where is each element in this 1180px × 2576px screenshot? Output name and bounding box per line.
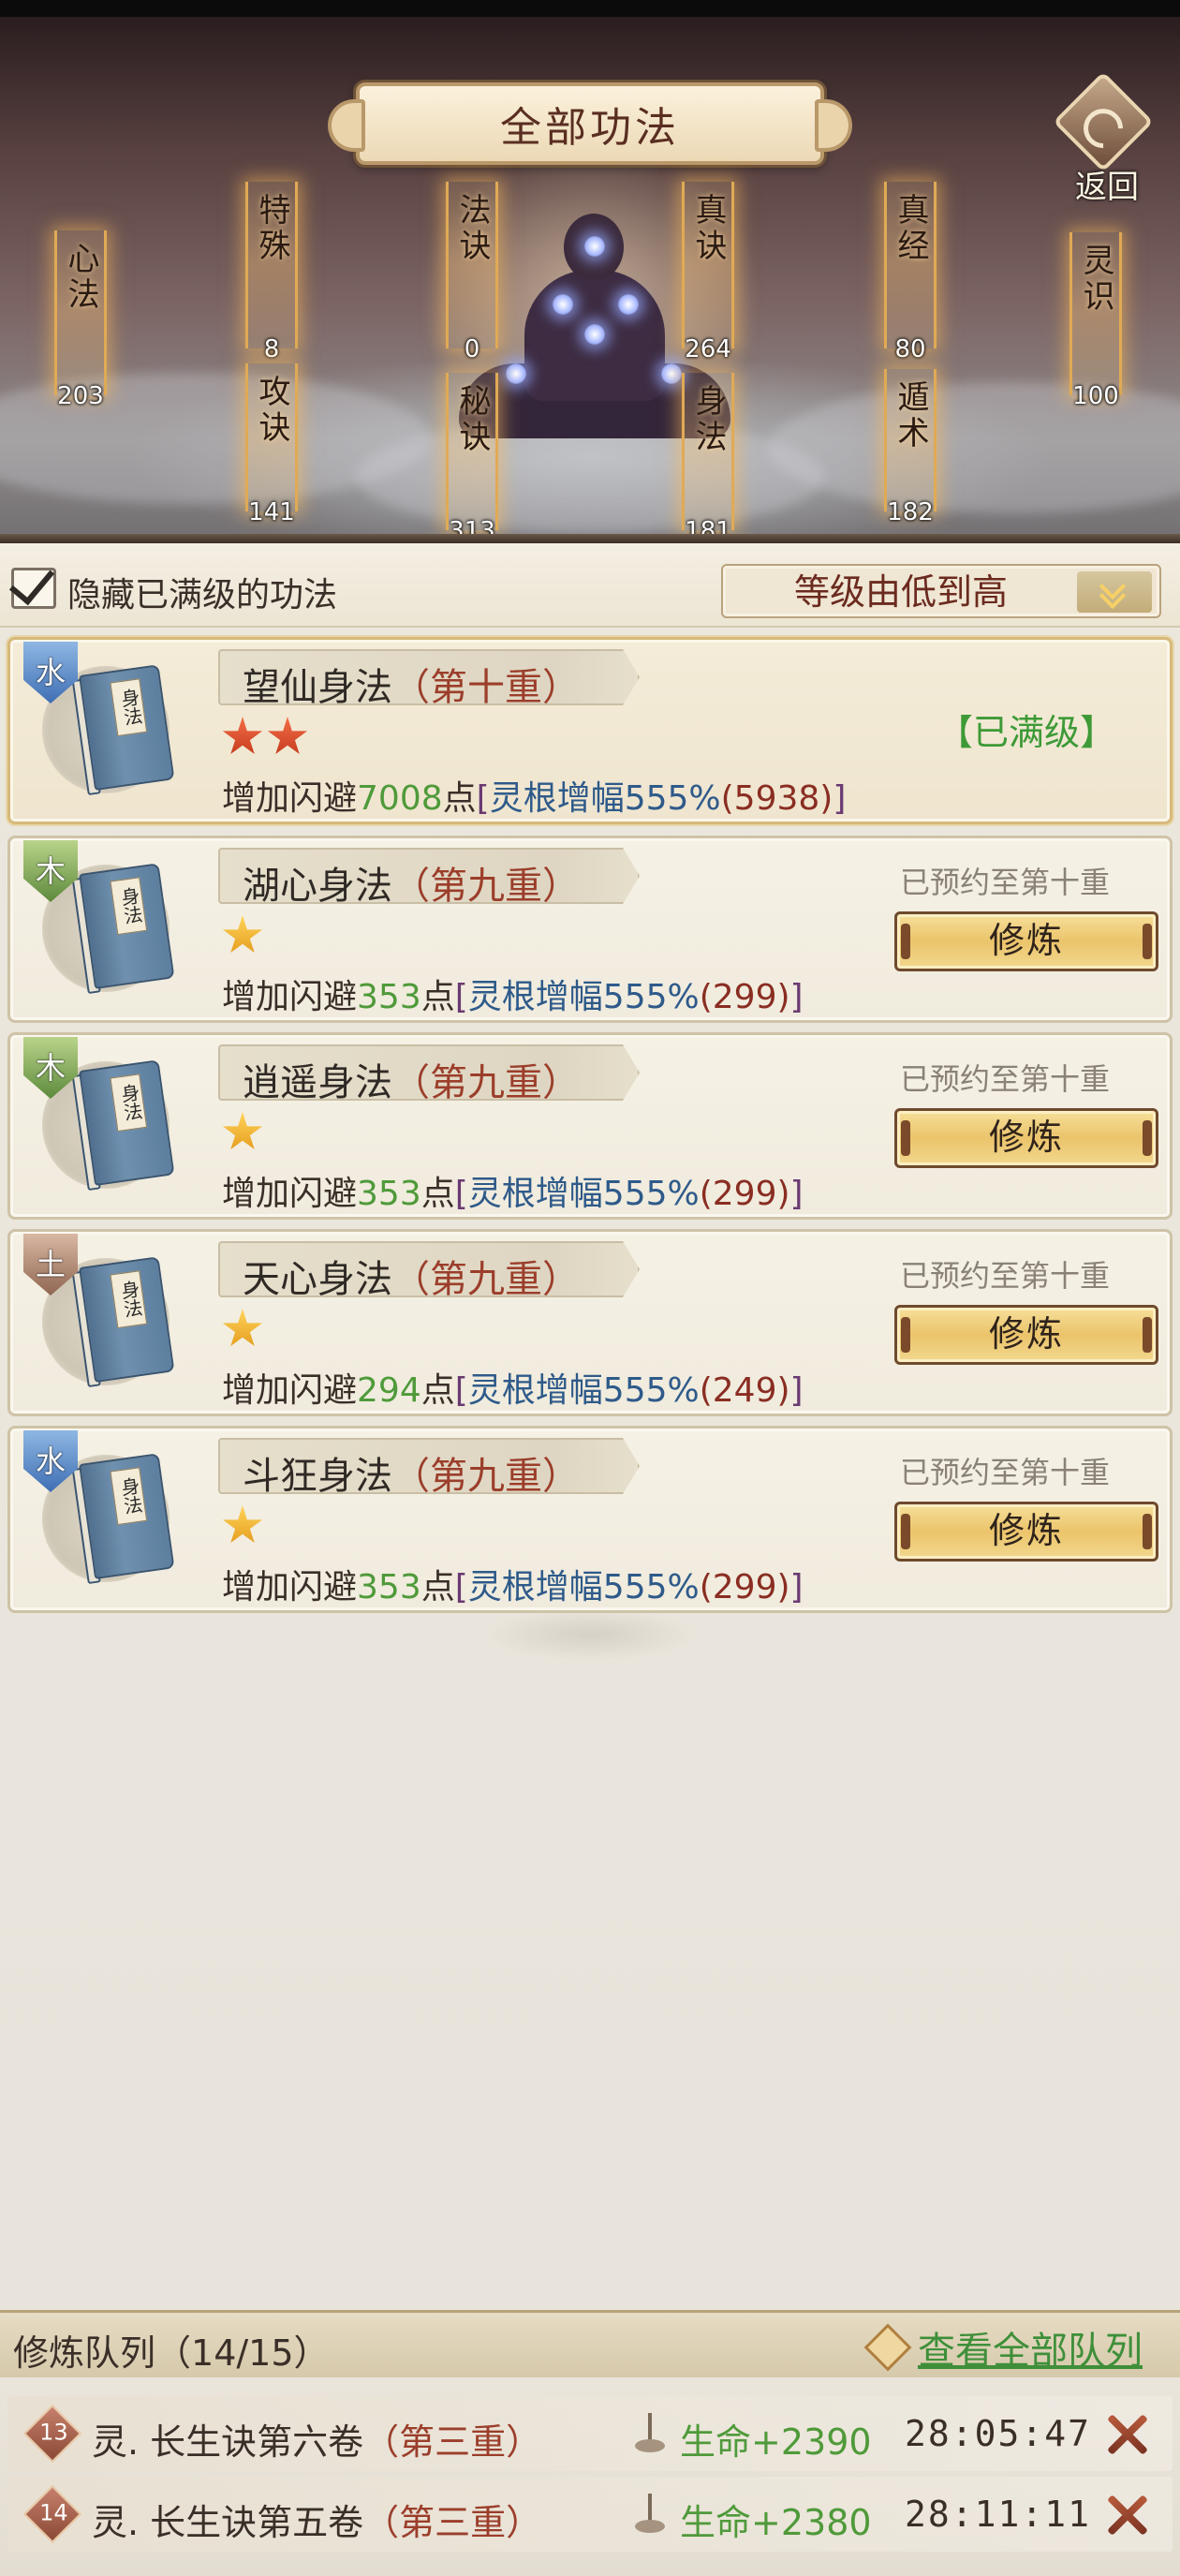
star-icon: [222, 915, 263, 954]
queue-item[interactable]: 14 灵. 长生诀第五卷（第三重） 生命+2380 28:11:11: [7, 2477, 1173, 2552]
star-icon: [267, 717, 308, 755]
reserve-status: 已预约至第十重: [900, 1455, 1111, 1490]
skill-book-icon: 身法: [67, 1059, 182, 1196]
star-icon: [222, 1309, 263, 1347]
queue-title: 修炼队列（14/15）: [13, 2332, 330, 2374]
queue-index-badge: 13: [22, 2404, 82, 2464]
skill-name: 望仙身法: [243, 666, 392, 709]
queue-header: 修炼队列（14/15） 查看全部队列: [0, 2310, 1180, 2377]
queue-item-timer: 28:05:47: [905, 2413, 1092, 2454]
skill-tier: （第九重）: [392, 1258, 580, 1301]
skill-name: 斗狂身法: [243, 1455, 392, 1498]
skill-card[interactable]: 身法 水 望仙身法（第十重） 增加闪避7008点[灵根增幅555%(5938)]…: [7, 637, 1173, 824]
star-icon: [222, 717, 263, 755]
skill-name-plate: 望仙身法（第十重）: [218, 649, 640, 705]
star-rating: [222, 717, 308, 758]
skill-book-icon: 身法: [67, 1452, 182, 1590]
queue-list: 13 灵. 长生诀第六卷（第三重） 生命+2390 28:05:47 14 灵.…: [0, 2377, 1180, 2576]
category-zhenjing[interactable]: 真经 80: [884, 182, 937, 363]
queue-item-value: 生命+2390: [680, 2421, 872, 2463]
skill-book-icon: 身法: [67, 1255, 182, 1393]
status-bar: [0, 0, 1180, 17]
checkmark-icon: [8, 557, 55, 606]
queue-index-badge: 14: [22, 2484, 82, 2544]
category-mijue[interactable]: 秘诀 313: [446, 373, 498, 543]
train-button[interactable]: 修炼: [894, 911, 1158, 971]
header-scene: 全部功法 返回 心法 203 特殊 8 攻诀 141 法诀 0 秘诀 313 真…: [0, 17, 1180, 543]
category-shenfa[interactable]: 身法 181: [682, 373, 734, 543]
skill-name: 逍遥身法: [243, 1061, 392, 1104]
queue-item-timer: 28:11:11: [905, 2494, 1092, 2535]
skill-effect: 增加闪避294点[灵根增幅555%(249)]: [222, 1371, 804, 1410]
skill-name: 湖心身法: [243, 865, 392, 908]
skill-tier: （第九重）: [392, 1061, 580, 1104]
sort-value: 等级由低到高: [793, 571, 1008, 613]
skill-card[interactable]: 身法 木 逍遥身法（第九重） 增加闪避353点[灵根增幅555%(299)] 已…: [7, 1032, 1173, 1220]
cancel-icon[interactable]: [1103, 2411, 1150, 2458]
reserve-status: 已预约至第十重: [900, 865, 1111, 900]
skill-tier: （第九重）: [392, 865, 580, 908]
page-title: 全部功法: [328, 82, 852, 165]
maxed-status: 【已满级】: [937, 712, 1116, 753]
hide-maxed-label[interactable]: 隐藏已满级的功法: [67, 568, 337, 616]
skill-effect: 增加闪避353点[灵根增幅555%(299)]: [222, 1175, 804, 1213]
star-rating: [222, 915, 263, 956]
reserve-status: 已预约至第十重: [900, 1061, 1111, 1097]
queue-count: （14/15）: [155, 2332, 330, 2374]
category-xinfa[interactable]: 心法 203: [54, 230, 107, 410]
queue-item[interactable]: 13 灵. 长生诀第六卷（第三重） 生命+2390 28:05:47: [7, 2396, 1173, 2471]
page-title-text: 全部功法: [500, 104, 680, 152]
category-gongjue[interactable]: 攻诀 141: [245, 363, 298, 526]
train-button[interactable]: 修炼: [894, 1305, 1158, 1365]
incense-icon: [631, 2413, 669, 2454]
skill-effect: 增加闪避7008点[灵根增幅555%(5938)]: [222, 779, 847, 818]
skill-tier: （第九重）: [392, 1455, 580, 1498]
star-rating: [222, 1309, 263, 1350]
back-label: 返回: [1075, 169, 1139, 206]
skill-list: 身法 水 望仙身法（第十重） 增加闪避7008点[灵根增幅555%(5938)]…: [0, 628, 1180, 2314]
view-all-queue-link[interactable]: 查看全部队列: [863, 2322, 1143, 2373]
skill-card[interactable]: 身法 土 天心身法（第九重） 增加闪避294点[灵根增幅555%(249)] 已…: [7, 1229, 1173, 1416]
skill-name-plate: 天心身法（第九重）: [218, 1241, 640, 1297]
skill-name-plate: 湖心身法（第九重）: [218, 848, 640, 904]
chevron-down-icon[interactable]: [1077, 571, 1152, 613]
category-dunshu[interactable]: 遁术 182: [884, 369, 937, 526]
skill-card[interactable]: 身法 木 湖心身法（第九重） 增加闪避353点[灵根增幅555%(299)] 已…: [7, 836, 1173, 1023]
incense-icon: [631, 2494, 669, 2535]
train-button[interactable]: 修炼: [894, 1108, 1158, 1168]
cancel-icon[interactable]: [1103, 2492, 1150, 2539]
sort-dropdown[interactable]: 等级由低到高: [721, 564, 1161, 618]
queue-item-name: 灵. 长生诀第五卷（第三重）: [92, 2502, 542, 2543]
skill-name-plate: 逍遥身法（第九重）: [218, 1044, 640, 1101]
skill-tier: （第十重）: [392, 666, 580, 709]
hide-maxed-checkbox[interactable]: [8, 557, 56, 609]
back-icon: [1053, 71, 1154, 172]
category-lingshi[interactable]: 灵识 100: [1069, 232, 1122, 410]
magnifier-icon: [863, 2323, 912, 2372]
queue-item-value: 生命+2380: [680, 2502, 872, 2543]
skill-card[interactable]: 身法 水 斗狂身法（第九重） 增加闪避353点[灵根增幅555%(299)] 已…: [7, 1426, 1173, 1613]
skill-effect: 增加闪避353点[灵根增幅555%(299)]: [222, 1568, 804, 1606]
star-rating: [222, 1505, 263, 1547]
category-teshu[interactable]: 特殊 8: [245, 182, 298, 363]
category-fajue[interactable]: 法诀 0: [446, 182, 498, 363]
star-icon: [222, 1112, 263, 1150]
skill-book-icon: 身法: [67, 862, 182, 999]
star-rating: [222, 1112, 263, 1153]
star-icon: [222, 1505, 263, 1544]
skill-name: 天心身法: [243, 1258, 392, 1301]
reserve-status: 已预约至第十重: [900, 1258, 1111, 1294]
train-button[interactable]: 修炼: [894, 1502, 1158, 1562]
filter-bar: 隐藏已满级的功法 等级由低到高: [0, 543, 1180, 628]
back-button[interactable]: 返回: [1051, 71, 1163, 206]
skill-effect: 增加闪避353点[灵根增幅555%(299)]: [222, 978, 804, 1016]
skill-book-icon: 身法: [67, 663, 182, 801]
category-zhenjue[interactable]: 真诀 264: [682, 182, 734, 363]
queue-item-name: 灵. 长生诀第六卷（第三重）: [92, 2421, 542, 2463]
skill-name-plate: 斗狂身法（第九重）: [218, 1438, 640, 1494]
